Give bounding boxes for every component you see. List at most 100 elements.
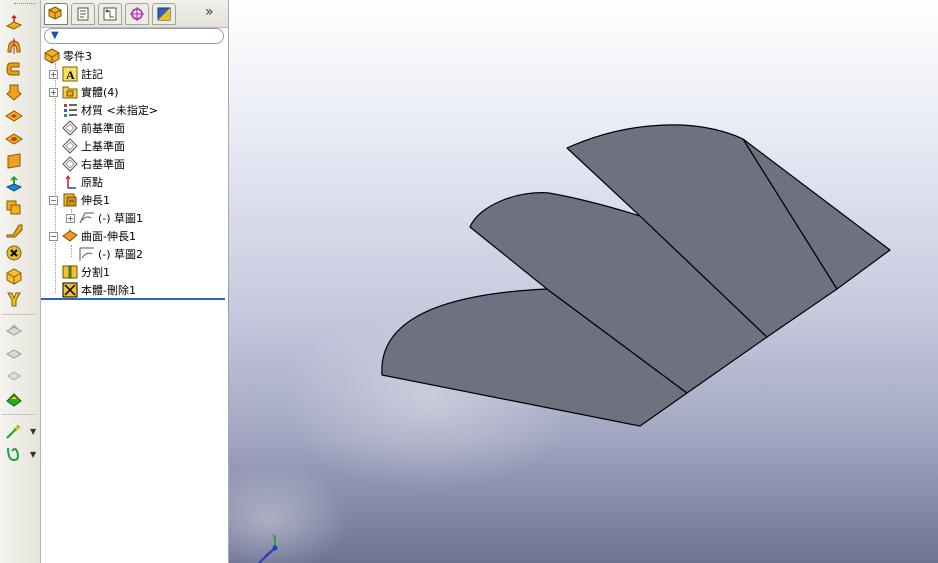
extruded-boss-icon: [5, 14, 23, 30]
tab-dimxpert-manager[interactable]: [125, 3, 149, 25]
toolbar-grip[interactable]: [14, 3, 36, 6]
swept-boss-icon: [6, 62, 20, 76]
tree-item-sketch1[interactable]: (-) 草圖1: [79, 209, 143, 227]
sketch-icon: [79, 210, 95, 226]
expand-toggle[interactable]: +: [49, 70, 58, 79]
graphics-viewport[interactable]: Y: [229, 0, 938, 563]
display-manager-icon: [157, 7, 171, 21]
chevron-down-icon: ▼: [30, 450, 37, 459]
chevron-down-icon: ▼: [30, 427, 37, 436]
manager-tabs: »: [41, 0, 228, 28]
revolved-boss-button[interactable]: [3, 36, 25, 56]
plane-icon: [62, 138, 78, 154]
filter-input[interactable]: [65, 29, 215, 43]
tree-item-split1[interactable]: 分割1: [62, 263, 110, 281]
tree-connector: [55, 63, 56, 293]
mirror-icon: [7, 371, 21, 381]
property-manager-icon: [77, 7, 89, 21]
tree-item-top-plane[interactable]: 上基準面: [62, 137, 125, 155]
reference-geometry-dropdown[interactable]: ▼: [3, 421, 36, 441]
tree-root-label: 零件3: [63, 50, 92, 63]
revolved-boss-icon: [7, 38, 21, 54]
extrude-icon: [62, 192, 78, 208]
reference-geometry-button[interactable]: [3, 389, 25, 409]
tree-item-annotations[interactable]: A 註記: [62, 65, 103, 83]
dome-icon: [7, 292, 21, 307]
annotations-icon: A: [62, 66, 78, 82]
command-toolbar: ▼ ▼: [0, 0, 41, 563]
expand-toggle[interactable]: +: [49, 88, 58, 97]
tab-property-manager[interactable]: [71, 3, 95, 25]
surface-extrude-icon: [62, 228, 78, 244]
circular-pattern-button[interactable]: [3, 343, 25, 363]
sketch-icon: [79, 246, 95, 262]
reference-geometry-dropdown-icon: [6, 424, 21, 439]
dome-button[interactable]: [3, 289, 25, 309]
tree-item-sketch2[interactable]: (-) 草圖2: [79, 245, 143, 263]
mirror-button[interactable]: [3, 366, 25, 386]
fillet-icon: [7, 153, 21, 169]
plane-icon: [62, 156, 78, 172]
tab-configuration-manager[interactable]: [98, 3, 122, 25]
swept-boss-button[interactable]: [3, 59, 25, 79]
feature-filter[interactable]: ▼: [44, 28, 224, 44]
svg-text:Y: Y: [271, 533, 277, 541]
solid-bodies-folder-icon: [62, 84, 78, 100]
tree-item-extrude1[interactable]: 伸長1: [62, 191, 110, 209]
extruded-cut-button[interactable]: [3, 105, 25, 125]
tab-feature-manager[interactable]: [44, 3, 68, 25]
tree-item-right-plane[interactable]: 右基準面: [62, 155, 125, 173]
chamfer-button[interactable]: [3, 174, 25, 194]
material-icon: [62, 102, 78, 118]
tab-display-manager[interactable]: [152, 3, 176, 25]
feature-manager-panel: » ▼ 零件3 + A 註記 + 實體(4) 材質 <未指定> 前基準面 上基準…: [41, 0, 229, 563]
delete-body-icon: [62, 282, 78, 298]
tree-connector: [71, 245, 72, 257]
tree-root-part[interactable]: 零件3: [44, 47, 92, 65]
combine-icon: [6, 268, 22, 285]
rollback-bar[interactable]: [41, 298, 225, 300]
linear-pattern-icon: [5, 324, 23, 336]
lofted-boss-icon: [6, 84, 22, 101]
collapse-toggle[interactable]: −: [49, 232, 58, 241]
curves-dropdown[interactable]: ▼: [3, 444, 36, 464]
extruded-boss-button[interactable]: [3, 13, 25, 33]
shell-button[interactable]: [3, 197, 25, 217]
collapse-toggle[interactable]: −: [49, 196, 58, 205]
linear-pattern-button[interactable]: [3, 320, 25, 340]
origin-icon: [62, 174, 78, 190]
tree-item-material[interactable]: 材質 <未指定>: [62, 101, 158, 119]
tree-item-solid-bodies[interactable]: 實體(4): [62, 83, 119, 101]
reference-geometry-icon: [6, 393, 22, 407]
curves-icon: [7, 447, 19, 462]
feature-manager-icon: [48, 6, 62, 20]
model-view: Y: [229, 124, 891, 563]
revolved-cut-button[interactable]: [3, 128, 25, 148]
dimxpert-manager-icon: [130, 7, 144, 21]
expand-toggle[interactable]: +: [66, 214, 75, 223]
tree-item-surface-extrude1[interactable]: 曲面-伸長1: [62, 227, 136, 245]
combine-button[interactable]: [3, 266, 25, 286]
revolved-cut-icon: [5, 133, 23, 145]
lofted-boss-button[interactable]: [3, 82, 25, 102]
extruded-cut-icon: [5, 110, 23, 122]
tree-item-origin[interactable]: 原點: [62, 173, 103, 191]
more-tabs-button[interactable]: »: [205, 4, 214, 20]
shell-icon: [6, 200, 21, 215]
rib-icon: [6, 224, 23, 238]
plane-icon: [62, 120, 78, 136]
tree-item-delete-body1[interactable]: 本體-刪除1: [62, 281, 136, 299]
part-icon: [44, 48, 60, 64]
filter-icon: ▼: [51, 30, 59, 41]
delete-body-button[interactable]: [3, 243, 25, 263]
delete-body-icon: [6, 245, 22, 261]
configuration-manager-icon: [103, 7, 117, 21]
tree-item-front-plane[interactable]: 前基準面: [62, 119, 125, 137]
fillet-button[interactable]: [3, 151, 25, 171]
circular-pattern-icon: [5, 349, 23, 359]
split-icon: [62, 264, 78, 280]
rib-button[interactable]: [3, 220, 25, 240]
chamfer-icon: [5, 175, 23, 192]
svg-text:A: A: [66, 68, 75, 82]
background-glow: [229, 465, 349, 563]
